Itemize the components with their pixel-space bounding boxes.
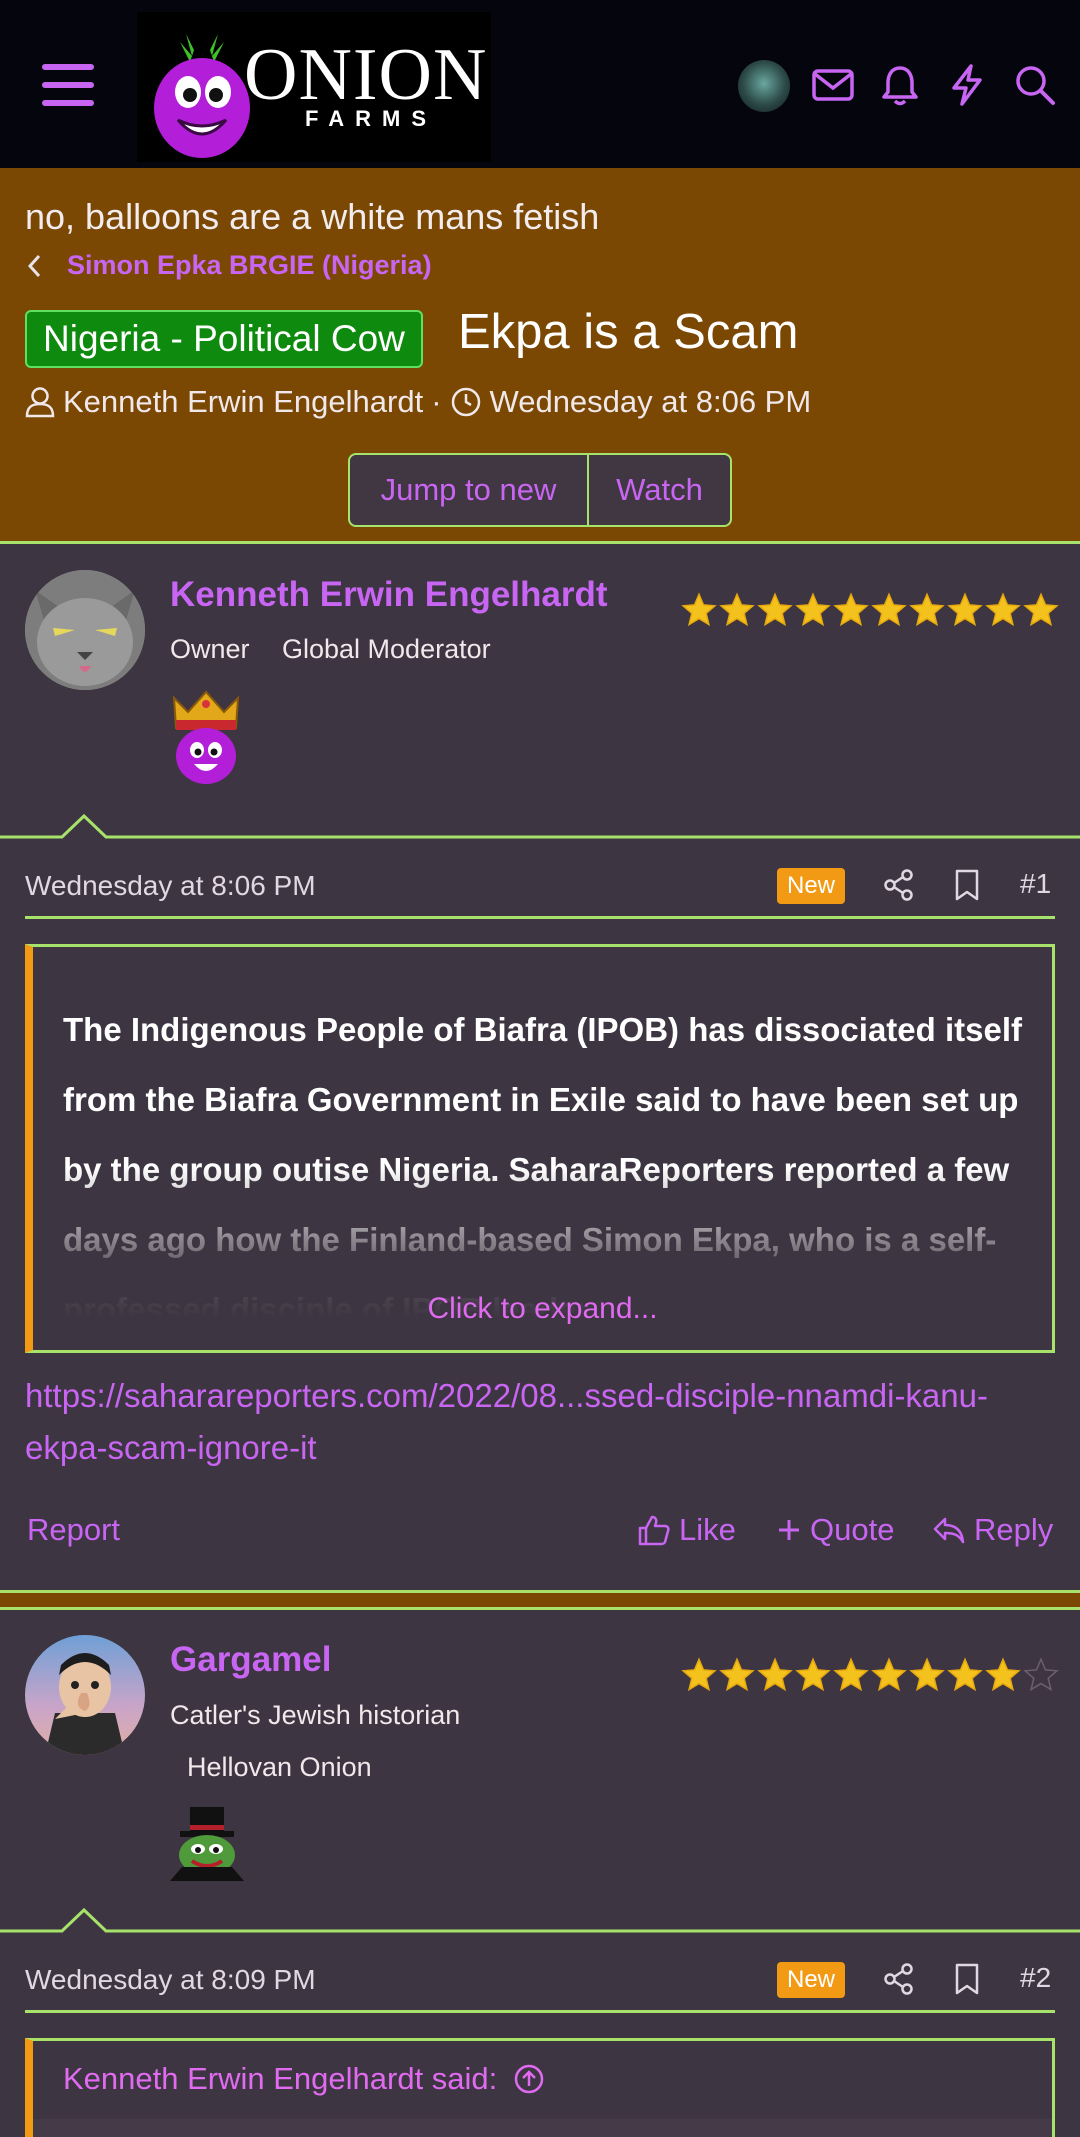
star-filled-icon	[909, 1657, 945, 1692]
quote-author: Kenneth Erwin Engelhardt said:	[63, 2061, 498, 2096]
quoted-content: Kenneth Erwin Engelhardt said:	[25, 2038, 1055, 2137]
share-icon[interactable]	[882, 1962, 916, 1996]
star-filled-icon	[947, 592, 983, 627]
logo-wordmark: ONION	[244, 34, 488, 116]
cat-avatar-icon	[25, 570, 145, 690]
star-filled-icon	[795, 1657, 831, 1692]
star-filled-icon	[871, 1657, 907, 1692]
quote-label: Quote	[810, 1512, 895, 1547]
thread-author[interactable]: Kenneth Erwin Engelhardt	[63, 384, 423, 420]
bolt-icon[interactable]	[944, 62, 990, 108]
post-username[interactable]: Gargamel	[170, 1640, 331, 1680]
star-filled-icon	[719, 592, 755, 627]
post-header-underline	[25, 916, 1055, 919]
search-icon[interactable]	[1012, 62, 1058, 108]
quote-attribution[interactable]: Kenneth Erwin Engelhardt said:	[63, 2061, 545, 2097]
thread-tagline: no, balloons are a white mans fetish	[25, 196, 600, 237]
star-filled-icon	[909, 592, 945, 627]
crown-onion-icon	[172, 690, 240, 784]
gargamel-avatar-icon	[45, 1653, 125, 1755]
star-filled-icon	[681, 1657, 717, 1692]
crown-onion-badge	[168, 686, 244, 786]
avatar[interactable]	[25, 570, 145, 690]
new-badge: New	[777, 868, 846, 904]
star-filled-icon	[719, 1657, 755, 1692]
quote-body	[33, 2119, 1052, 2137]
article-link[interactable]: https://saharareporters.com/2022/08...ss…	[25, 1370, 1065, 1474]
post-divider	[0, 1907, 1080, 1933]
bookmark-icon[interactable]	[952, 1962, 982, 1996]
report-label: Report	[27, 1512, 121, 1547]
watch-button[interactable]: Watch	[589, 455, 730, 525]
post-separator	[0, 1590, 1080, 1610]
thread-prefix-label[interactable]: Nigeria - Political Cow	[25, 310, 423, 368]
report-button[interactable]: Report	[27, 1512, 120, 1548]
quoted-content: The Indigenous People of Biafra (IPOB) h…	[25, 944, 1055, 1353]
star-filled-icon	[985, 592, 1021, 627]
star-filled-icon	[833, 1657, 869, 1692]
star-filled-icon	[757, 592, 793, 627]
post-header-underline	[25, 2010, 1055, 2013]
post-divider	[0, 813, 1080, 839]
thumbs-up-icon	[638, 1515, 670, 1546]
user-role-moderator: Global Moderator	[282, 634, 491, 664]
post-date[interactable]: Wednesday at 8:06 PM	[25, 870, 316, 902]
star-filled-icon	[681, 592, 717, 627]
user-icon	[25, 387, 55, 418]
logo-subtitle: FARMS	[305, 106, 437, 131]
star-filled-icon	[871, 592, 907, 627]
frog-top-hat-icon	[170, 1807, 244, 1881]
thread-button-group: Jump to new Watch	[348, 453, 732, 527]
user-rating-stars	[681, 1657, 1059, 1693]
avatar[interactable]	[25, 1635, 145, 1755]
jump-to-new-button[interactable]: Jump to new	[350, 455, 589, 525]
reply-icon	[933, 1517, 965, 1544]
post-number[interactable]: #1	[1020, 868, 1051, 900]
user-title: Catler's Jewish historian	[170, 1700, 461, 1730]
star-filled-icon	[757, 1657, 793, 1692]
like-label: Like	[679, 1512, 736, 1547]
user-avatar[interactable]	[738, 60, 790, 112]
clock-icon	[451, 387, 480, 417]
post-date[interactable]: Wednesday at 8:09 PM	[25, 1964, 316, 1996]
new-badge: New	[777, 1962, 846, 1998]
envelope-icon[interactable]	[810, 62, 856, 108]
thread-title: Ekpa is a Scam	[458, 305, 799, 359]
bell-icon[interactable]	[877, 62, 923, 108]
star-filled-icon	[795, 592, 831, 627]
reply-button[interactable]: Reply	[932, 1512, 1053, 1548]
thread-date[interactable]: Wednesday at 8:06 PM	[490, 384, 812, 420]
star-empty-icon	[1023, 1657, 1059, 1692]
user-role-owner: Owner	[170, 634, 250, 664]
star-filled-icon	[947, 1657, 983, 1692]
frog-hat-badge	[170, 1805, 244, 1881]
like-button[interactable]: Like	[637, 1512, 736, 1548]
breadcrumb-label: Simon Epka BRGIE (Nigeria)	[67, 250, 432, 280]
plus-icon	[779, 1520, 799, 1540]
star-filled-icon	[985, 1657, 1021, 1692]
click-to-expand-link[interactable]: Click to expand...	[33, 1292, 1052, 1326]
reply-label: Reply	[974, 1512, 1054, 1547]
thread-meta: Kenneth Erwin Engelhardt · Wednesday at …	[25, 384, 811, 420]
meta-separator: ·	[431, 384, 442, 419]
share-icon[interactable]	[882, 868, 916, 902]
post-username[interactable]: Kenneth Erwin Engelhardt	[170, 575, 608, 615]
quote-button[interactable]: Quote	[776, 1512, 894, 1548]
star-filled-icon	[833, 592, 869, 627]
arrow-up-circle-icon	[515, 2064, 544, 2094]
post-number[interactable]: #2	[1020, 1962, 1051, 1994]
menu-icon[interactable]	[38, 58, 98, 112]
bookmark-icon[interactable]	[952, 868, 982, 902]
user-rating-stars	[681, 592, 1059, 628]
chevron-left-icon	[27, 254, 41, 277]
breadcrumb[interactable]: Simon Epka BRGIE (Nigeria)	[25, 250, 432, 281]
star-filled-icon	[1023, 592, 1059, 627]
user-banner: Hellovan Onion	[187, 1752, 372, 1782]
